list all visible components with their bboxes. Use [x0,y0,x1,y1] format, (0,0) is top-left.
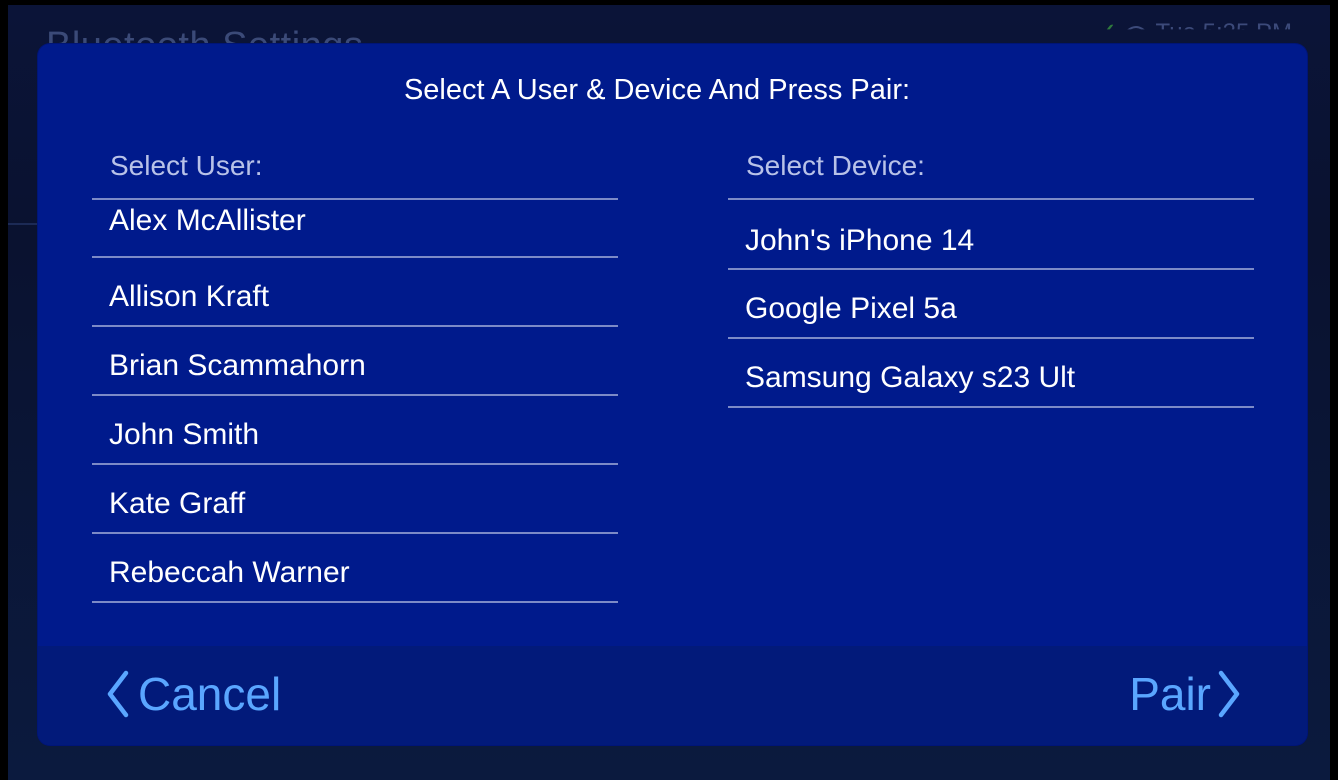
device-list-item[interactable]: John's iPhone 14 [728,200,1254,270]
select-user-header: Select User: [110,150,263,181]
user-name: Brian Scammahorn [109,349,366,382]
device-list: John's iPhone 14 Google Pixel 5a Samsung… [728,200,1254,408]
status-datetime: Tue 5:35 PM [1155,18,1292,46]
user-list-item[interactable]: Allison Kraft [92,258,618,327]
chevron-left-icon [104,669,132,719]
user-list-item[interactable]: Rebeccah Warner [92,534,618,603]
device-list-item[interactable]: Samsung Galaxy s23 Ult [728,339,1254,408]
pair-button[interactable]: Pair [1129,668,1243,720]
pair-dialog: Select A User & Device And Press Pair: S… [38,44,1307,745]
screen: Bluetooth Settings ✓ Tue 5:35 PM Select … [0,0,1338,780]
cancel-label: Cancel [138,668,282,720]
wifi-icon [1125,22,1147,30]
device-name: Google Pixel 5a [745,292,957,325]
device-name: Samsung Galaxy s23 Ult [745,361,1076,394]
user-name: Alex McAllister [109,204,306,237]
dialog-footer: Cancel Pair [38,646,1307,745]
user-list-item[interactable]: John Smith [92,396,618,465]
user-list-item[interactable]: Alex McAllister [92,188,618,258]
device-list-item[interactable]: Google Pixel 5a [728,270,1254,339]
user-name: John Smith [109,418,260,451]
pair-label: Pair [1129,668,1211,720]
device-name: John's iPhone 14 [745,224,975,257]
user-list: Alex McAllister Allison Kraft Brian Scam… [92,188,618,603]
user-name: Kate Graff [109,487,246,520]
select-device-header: Select Device: [746,150,925,181]
user-name: Rebeccah Warner [109,556,350,589]
user-list-item[interactable]: Brian Scammahorn [92,327,618,396]
user-name: Allison Kraft [109,280,270,313]
chevron-right-icon [1215,669,1243,719]
cancel-button[interactable]: Cancel [104,668,281,720]
user-list-item[interactable]: Kate Graff [92,465,618,534]
dialog-title: Select A User & Device And Press Pair: [403,74,911,106]
